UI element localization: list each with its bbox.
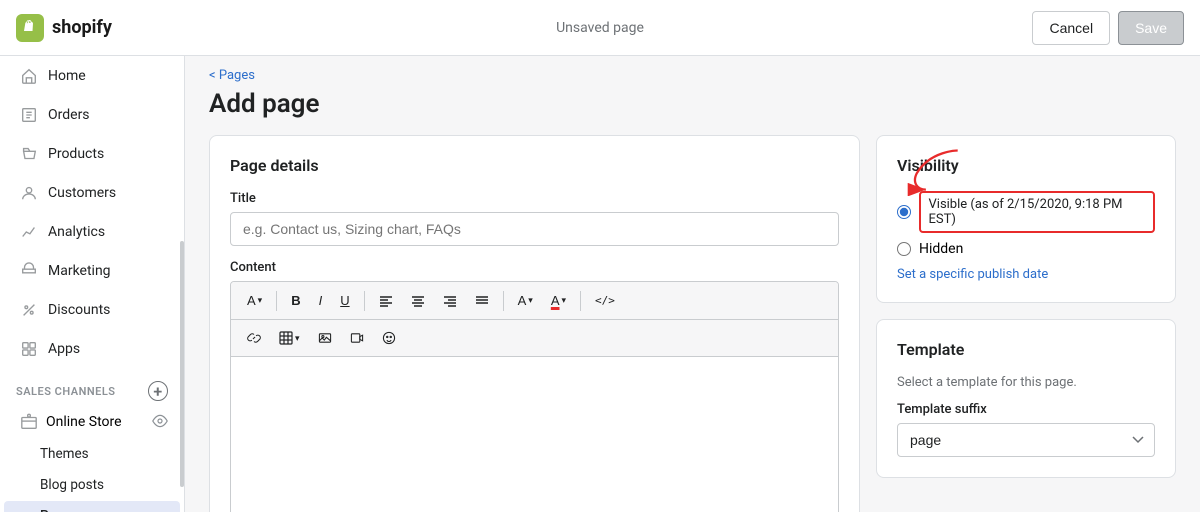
right-column: Visibility (876, 135, 1176, 512)
toolbar-font-btn[interactable]: A ▾ (239, 288, 270, 313)
visible-label: Visible (as of 2/15/2020, 9:18 PM EST) (919, 191, 1156, 233)
sidebar-sub-pages[interactable]: Pages (4, 501, 180, 512)
toolbar-image-btn[interactable] (310, 326, 340, 350)
orders-icon (20, 106, 38, 124)
toolbar-source-btn[interactable]: </> (587, 289, 623, 312)
sidebar: Home Orders Products Customers (0, 56, 185, 512)
toolbar-italic-btn[interactable]: I (311, 288, 331, 313)
save-button[interactable]: Save (1118, 11, 1184, 45)
online-store-icon (20, 413, 38, 431)
template-card: Template Select a template for this page… (876, 319, 1176, 478)
editor-toolbar-row2: ▾ (231, 320, 838, 357)
title-input[interactable] (230, 212, 839, 246)
sidebar-sub-blog-posts[interactable]: Blog posts (4, 470, 180, 500)
sidebar-item-label-apps: Apps (48, 341, 80, 357)
products-icon (20, 145, 38, 163)
sidebar-item-label-discounts: Discounts (48, 302, 110, 318)
editor-toolbar: A ▾ B I U (231, 282, 838, 320)
toolbar-justify-btn[interactable] (467, 289, 497, 313)
page-status: Unsaved page (556, 20, 644, 36)
template-suffix-select[interactable]: page page.contact page.faq (897, 423, 1155, 457)
layout: Home Orders Products Customers (0, 56, 1200, 512)
home-icon (20, 67, 38, 85)
title-label: Title (230, 191, 839, 206)
editor-body[interactable] (231, 357, 838, 512)
toolbar-align-center-btn[interactable] (403, 289, 433, 313)
toolbar-divider-1 (276, 291, 277, 311)
sidebar-item-label-analytics: Analytics (48, 224, 105, 240)
topbar-actions: Cancel Save (1032, 11, 1184, 45)
toolbar-text-color-btn[interactable]: A ▾ (510, 288, 541, 313)
sidebar-item-label-home: Home (48, 68, 86, 84)
analytics-icon (20, 223, 38, 241)
sidebar-item-label-customers: Customers (48, 185, 116, 201)
toolbar-video-btn[interactable] (342, 326, 372, 350)
sidebar-item-label-products: Products (48, 146, 104, 162)
toolbar-underline-btn[interactable]: U (332, 288, 357, 313)
left-column: Page details Title Content A ▾ B I U (209, 135, 860, 512)
sidebar-item-marketing[interactable]: Marketing (4, 252, 180, 290)
toolbar-emoji-btn[interactable] (374, 326, 404, 350)
template-description: Select a template for this page. (897, 375, 1155, 390)
visibility-card: Visibility (876, 135, 1176, 303)
toolbar-align-left-btn[interactable] (371, 289, 401, 313)
cancel-button[interactable]: Cancel (1032, 11, 1110, 45)
topbar: shopify Unsaved page Cancel Save (0, 0, 1200, 56)
marketing-icon (20, 262, 38, 280)
logo-text: shopify (52, 17, 112, 38)
sidebar-item-analytics[interactable]: Analytics (4, 213, 180, 251)
customers-icon (20, 184, 38, 202)
sales-channels-section: SALES CHANNELS + (0, 369, 184, 405)
sidebar-item-apps[interactable]: Apps (4, 330, 180, 368)
toolbar-divider-4 (580, 291, 581, 311)
sidebar-item-orders[interactable]: Orders (4, 96, 180, 134)
logo: shopify (16, 14, 112, 42)
visible-option: Visible (as of 2/15/2020, 9:18 PM EST) (897, 191, 1155, 233)
toolbar-divider-3 (503, 291, 504, 311)
shopify-logo-icon (16, 14, 44, 42)
page-details-title: Page details (230, 156, 839, 175)
toolbar-divider-2 (364, 291, 365, 311)
publish-date-link[interactable]: Set a specific publish date (897, 267, 1155, 282)
toolbar-table-btn[interactable]: ▾ (271, 326, 308, 350)
add-sales-channel-button[interactable]: + (148, 381, 168, 401)
sidebar-item-discounts[interactable]: Discounts (4, 291, 180, 329)
eye-icon (152, 413, 170, 431)
sidebar-item-customers[interactable]: Customers (4, 174, 180, 212)
hidden-radio[interactable] (897, 242, 911, 256)
sidebar-item-online-store[interactable]: Online Store (4, 406, 180, 438)
content-editor: A ▾ B I U (230, 281, 839, 512)
content-grid: Page details Title Content A ▾ B I U (209, 135, 1176, 512)
hidden-option: Hidden (897, 241, 1155, 257)
page-details-card: Page details Title Content A ▾ B I U (209, 135, 860, 512)
main-content: < Pages Add page Page details Title Cont… (185, 56, 1200, 512)
template-title: Template (897, 340, 1155, 359)
sidebar-item-home[interactable]: Home (4, 57, 180, 95)
content-label: Content (230, 260, 839, 275)
sidebar-item-products[interactable]: Products (4, 135, 180, 173)
sidebar-item-label-orders: Orders (48, 107, 90, 123)
visible-radio[interactable] (897, 205, 911, 219)
page-title: Add page (209, 89, 1176, 119)
online-store-label: Online Store (46, 414, 122, 430)
sidebar-item-label-marketing: Marketing (48, 263, 111, 279)
toolbar-align-right-btn[interactable] (435, 289, 465, 313)
toolbar-bold-btn[interactable]: B (283, 288, 308, 313)
toolbar-link-btn[interactable] (239, 326, 269, 350)
toolbar-highlight-btn[interactable]: A ▾ (543, 288, 574, 313)
breadcrumb[interactable]: < Pages (209, 56, 1176, 89)
apps-icon (20, 340, 38, 358)
red-arrow-icon (902, 146, 977, 196)
discounts-icon (20, 301, 38, 319)
template-suffix-label: Template suffix (897, 402, 1155, 417)
sidebar-sub-themes[interactable]: Themes (4, 439, 180, 469)
hidden-label: Hidden (919, 241, 963, 257)
